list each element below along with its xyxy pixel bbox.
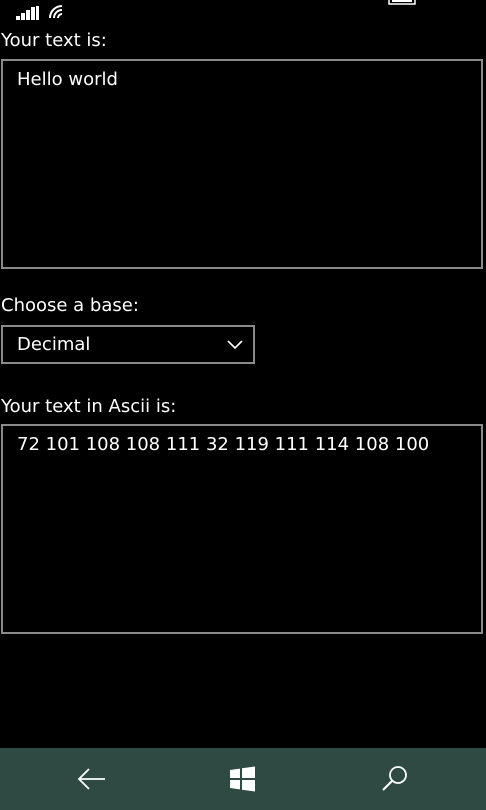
text-input-value: Hello world xyxy=(17,69,118,90)
output-label: Your text in Ascii is: xyxy=(1,396,177,417)
status-bar xyxy=(0,0,486,24)
windows-logo-icon[interactable] xyxy=(228,765,258,793)
search-icon[interactable] xyxy=(380,765,410,793)
navigation-bar xyxy=(0,748,486,810)
signal-strength-icon xyxy=(16,6,39,20)
ascii-output-box[interactable]: 72 101 108 108 111 32 119 111 114 108 10… xyxy=(1,424,483,634)
ascii-output-value: 72 101 108 108 111 32 119 111 114 108 10… xyxy=(17,434,430,455)
back-arrow-icon[interactable] xyxy=(77,765,107,793)
base-label: Choose a base: xyxy=(1,295,139,316)
chevron-down-icon xyxy=(227,340,243,350)
text-input[interactable]: Hello world xyxy=(1,59,483,269)
base-dropdown[interactable]: Decimal xyxy=(1,325,255,364)
base-dropdown-value: Decimal xyxy=(17,334,91,355)
input-label: Your text is: xyxy=(1,30,107,51)
battery-icon xyxy=(388,0,416,5)
wifi-icon xyxy=(49,5,63,19)
